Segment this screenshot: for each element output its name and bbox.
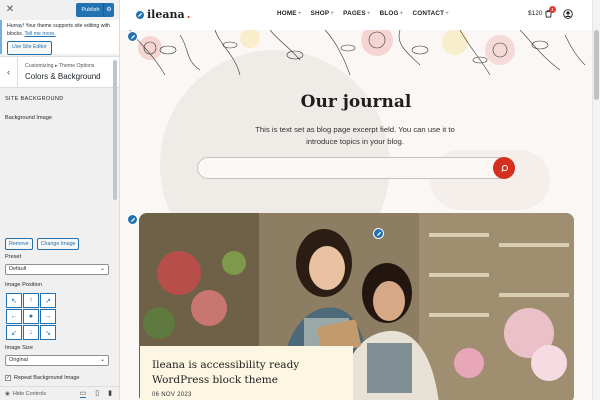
search-button[interactable]: [493, 157, 515, 179]
site-preview: ileana. HOME+ SHOP+ PAGES+ BLOG+ CONTACT…: [120, 0, 600, 400]
nav-label: PAGES: [343, 10, 366, 17]
customizer-sidebar: ✕ Publish ⚙ Hurray! Your theme supports …: [0, 0, 120, 400]
close-icon[interactable]: ✕: [5, 5, 15, 15]
position-bottom-right[interactable]: ↘: [40, 325, 56, 340]
cart-total[interactable]: $120: [528, 10, 542, 17]
image-buttons: Remove Change Image: [5, 238, 80, 250]
site-logo[interactable]: ileana.: [135, 8, 190, 21]
hide-controls-button[interactable]: ◉ Hide Controls: [5, 391, 46, 397]
section-title: Colors & Background: [25, 72, 101, 81]
chevron-down-icon: ⌄: [99, 357, 105, 363]
background-image-label: Background Image: [5, 115, 52, 121]
plus-icon: +: [366, 10, 371, 17]
page-description: This is text set as blog page excerpt fi…: [255, 125, 455, 147]
preview-scrollbar[interactable]: [592, 0, 600, 400]
search-input[interactable]: [208, 164, 488, 174]
desktop-icon[interactable]: ▭: [79, 389, 87, 398]
section-header: ‹ Customizing ▸ Theme Options Colors & B…: [0, 56, 119, 88]
remove-button[interactable]: Remove: [5, 238, 33, 250]
site-editor-notice: Hurray! Your theme supports site editing…: [0, 20, 119, 55]
edit-pencil-icon[interactable]: [127, 31, 138, 42]
sidebar-scrollbar[interactable]: [113, 60, 117, 200]
edit-pencil-icon[interactable]: [373, 228, 384, 239]
device-switcher: ▭ ▯ ▮: [79, 389, 119, 398]
nav-item-shop[interactable]: SHOP+: [311, 10, 335, 17]
site-header: ileana. HOME+ SHOP+ PAGES+ BLOG+ CONTACT…: [120, 0, 592, 30]
logo-text: ileana: [147, 8, 185, 21]
main-nav: HOME+ SHOP+ PAGES+ BLOG+ CONTACT+: [277, 10, 449, 17]
repeat-background-checkbox[interactable]: ✓: [5, 375, 11, 381]
preset-select[interactable]: Default ⌄: [5, 264, 109, 275]
search-field[interactable]: [197, 157, 515, 179]
search-icon: [500, 164, 508, 172]
nav-label: CONTACT: [412, 10, 445, 17]
collapse-icon: ◉: [5, 390, 10, 397]
nav-item-blog[interactable]: BLOG+: [380, 10, 404, 17]
position-top-center[interactable]: ↑: [23, 293, 39, 308]
image-position-grid: ↖ ↑ ↗ ← ● → ↙ ↓ ↘: [6, 293, 56, 340]
edit-pencil-icon[interactable]: [127, 214, 138, 225]
nav-item-contact[interactable]: CONTACT+: [413, 10, 450, 17]
logo-dot: .: [186, 8, 191, 21]
nav-label: SHOP: [310, 10, 330, 17]
user-account-icon[interactable]: [563, 9, 573, 19]
preset-value: Default: [9, 266, 27, 272]
chevron-down-icon: ⌄: [99, 266, 105, 272]
position-center-right[interactable]: →: [40, 309, 56, 324]
image-size-value: Original: [9, 357, 28, 363]
post-date: 06 NOV 2023: [152, 392, 192, 399]
position-bottom-left[interactable]: ↙: [6, 325, 22, 340]
use-site-editor-button[interactable]: Use Site Editor: [7, 41, 52, 55]
repeat-background-label: Repeat Background Image: [14, 375, 80, 381]
controls-panel: Site Background Background Image Remove …: [0, 90, 119, 386]
change-image-button[interactable]: Change Image: [36, 238, 80, 250]
plus-icon: +: [330, 10, 335, 17]
notice-text: Hurray! Your theme supports site editing…: [7, 23, 110, 37]
position-top-left[interactable]: ↖: [6, 293, 22, 308]
position-top-right[interactable]: ↗: [40, 293, 56, 308]
post-card: Ileana is accessibility ready WordPress …: [140, 346, 353, 400]
breadcrumb: Customizing ▸ Theme Options: [25, 63, 95, 69]
preset-label: Preset: [5, 254, 22, 260]
image-size-label: Image Size: [5, 345, 33, 351]
back-arrow-icon[interactable]: ‹: [0, 57, 18, 87]
plus-icon: +: [297, 10, 302, 17]
site-background-heading: Site Background: [5, 96, 64, 102]
position-center-left[interactable]: ←: [6, 309, 22, 324]
nav-item-home[interactable]: HOME+: [277, 10, 302, 17]
scrollbar-thumb[interactable]: [594, 30, 599, 100]
position-bottom-center[interactable]: ↓: [23, 325, 39, 340]
repeat-background-row: ✓ Repeat Background Image: [5, 375, 79, 381]
publish-label: Publish: [81, 7, 100, 13]
hide-controls-label: Hide Controls: [12, 390, 47, 397]
page-title: Our journal: [300, 92, 412, 112]
customizer-footer: ◉ Hide Controls ▭ ▯ ▮: [0, 386, 119, 400]
publish-button[interactable]: Publish ⚙: [76, 3, 114, 17]
cart-count-badge: 1: [549, 6, 556, 13]
post-title[interactable]: Ileana is accessibility ready WordPress …: [152, 358, 341, 387]
floral-illustration: [129, 30, 586, 76]
mobile-icon[interactable]: ▮: [108, 389, 112, 398]
tell-me-more-link[interactable]: Tell me more.: [25, 31, 56, 37]
position-center[interactable]: ●: [23, 309, 39, 324]
nav-label: BLOG: [379, 10, 399, 17]
plus-icon: +: [445, 10, 450, 17]
image-position-label: Image Position: [5, 282, 43, 288]
gear-icon[interactable]: ⚙: [103, 3, 114, 17]
tablet-icon[interactable]: ▯: [95, 389, 99, 398]
nav-label: HOME: [277, 10, 297, 17]
image-size-select[interactable]: Original ⌄: [5, 355, 109, 366]
nav-item-pages[interactable]: PAGES+: [343, 10, 370, 17]
edit-pencil-icon[interactable]: [135, 9, 145, 20]
customizer-header: ✕ Publish ⚙: [0, 0, 119, 20]
plus-icon: +: [399, 10, 404, 17]
